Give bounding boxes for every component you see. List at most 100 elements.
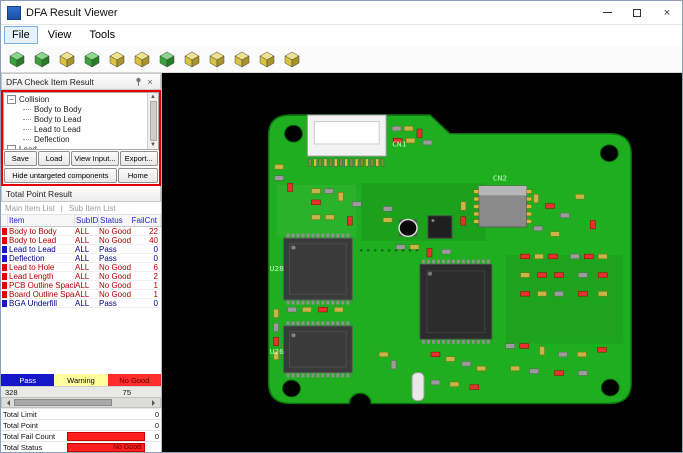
pcb-scene: CN1CN2U28U26 (162, 73, 682, 452)
silkscreen-label-cn2: CN2 (493, 174, 507, 183)
hide-untargeted-button[interactable]: Hide untargeted components (4, 168, 117, 183)
chip-u28[interactable] (284, 238, 353, 300)
passive-component (287, 234, 290, 238)
expander-icon[interactable]: − (7, 145, 16, 150)
check-item-panel-header: DFA Check Item Result × (1, 73, 161, 90)
chip-u26[interactable] (284, 326, 353, 373)
stat-value: 0 (147, 432, 159, 441)
tab-sub-item-list[interactable]: Sub Item List (69, 204, 116, 213)
menu-tools[interactable]: Tools (81, 26, 123, 44)
menu-view[interactable]: View (40, 26, 80, 44)
tree-scroll-thumb[interactable] (150, 101, 157, 141)
save-model-icon[interactable] (31, 48, 53, 70)
close-button[interactable]: × (652, 1, 682, 25)
tree-item-body-to-lead[interactable]: Body to Lead (7, 114, 147, 124)
result-scrollbar[interactable] (1, 397, 161, 408)
tab-separator: | (61, 204, 63, 213)
col-status[interactable]: Status (99, 215, 135, 226)
chip-main[interactable] (420, 264, 492, 339)
passive-component (275, 164, 284, 169)
collision-check-icon[interactable] (131, 48, 153, 70)
status-indicator (2, 255, 7, 262)
section-view-icon[interactable] (181, 48, 203, 70)
passive-component (549, 254, 558, 259)
box-open-icon[interactable] (231, 48, 253, 70)
maximize-button[interactable] (622, 1, 652, 25)
load-button[interactable]: Load (38, 151, 71, 166)
total-point-panel-header: Total Point Result (1, 186, 161, 202)
silkscreen-label-u26: U26 (270, 347, 285, 356)
small-ic[interactable] (428, 216, 452, 238)
board-view-icon[interactable] (56, 48, 78, 70)
passive-component (487, 340, 490, 344)
passive-component (350, 159, 353, 166)
view-input-button[interactable]: View Input... (71, 151, 118, 166)
package-view-icon[interactable] (281, 48, 303, 70)
passive-component (487, 260, 490, 264)
menu-file[interactable]: File (4, 26, 38, 44)
passive-component (535, 254, 544, 259)
pcb-viewport[interactable]: CN1CN2U28U26 (162, 73, 682, 452)
passive-component (274, 337, 279, 345)
crystal-component[interactable] (412, 373, 424, 401)
panel-close-icon[interactable]: × (144, 76, 156, 88)
open-model-icon[interactable] (6, 48, 28, 70)
passive-component (551, 232, 560, 237)
col-item[interactable]: Item (8, 215, 75, 226)
passive-component (321, 321, 324, 325)
via-dot (388, 249, 391, 251)
stat-bar (67, 432, 145, 441)
tab-main-item-list[interactable]: Main Item List (5, 204, 55, 213)
measure-icon[interactable] (206, 48, 228, 70)
tree-item-lead[interactable]: −Lead (7, 144, 147, 149)
tree-guide-line (23, 129, 31, 130)
assembly-view-icon[interactable] (106, 48, 128, 70)
passive-component (584, 254, 593, 259)
scroll-left-icon[interactable] (4, 400, 10, 406)
pin-icon[interactable] (132, 76, 144, 88)
explode-view-icon[interactable] (156, 48, 178, 70)
passive-component (597, 347, 606, 352)
passive-component (462, 340, 465, 344)
table-row[interactable]: BGA UnderfillALLPass0 (1, 299, 161, 308)
col-failcnt[interactable]: FailCnt (135, 215, 161, 226)
buzzer-component[interactable] (399, 220, 417, 237)
tree-item-lead-to-lead[interactable]: Lead to Lead (7, 124, 147, 134)
passive-component (598, 254, 607, 259)
connector-cn1[interactable] (307, 115, 386, 156)
tree-item-deflection[interactable]: Deflection (7, 134, 147, 144)
col-subid[interactable]: SubID (75, 215, 99, 226)
tree-scrollbar[interactable]: ▲ ▼ (147, 93, 158, 149)
box-closed-icon[interactable] (256, 48, 278, 70)
cell-status: Pass (99, 245, 135, 254)
stat-bar (67, 421, 145, 430)
export-button[interactable]: Export... (120, 151, 158, 166)
passive-component (346, 321, 349, 325)
cell-item: Body to Body (8, 227, 75, 236)
passive-component (506, 344, 515, 349)
passive-component (331, 301, 334, 305)
legend-no-good: No Good (108, 374, 161, 386)
home-button[interactable]: Home (118, 168, 158, 183)
save-button[interactable]: Save (4, 151, 37, 166)
connector-cn2[interactable] (479, 186, 527, 227)
tree-item-collision[interactable]: −Collision (7, 94, 147, 104)
tree-item-label: Collision (19, 95, 49, 104)
component-view-icon[interactable] (81, 48, 103, 70)
passive-component (326, 321, 329, 325)
tree-guide-line (23, 119, 31, 120)
scroll-down-icon[interactable]: ▼ (150, 142, 156, 148)
passive-component (345, 159, 348, 166)
legend-pass: Pass (1, 374, 54, 386)
expander-icon[interactable]: − (7, 95, 16, 104)
tree-item-body-to-body[interactable]: Body to Body (7, 104, 147, 114)
minimize-button[interactable] (592, 1, 622, 25)
stat-row-total-point: Total Point0 (1, 419, 161, 430)
passive-component (381, 159, 384, 166)
cell-subid: ALL (75, 254, 99, 263)
scroll-up-icon[interactable]: ▲ (150, 94, 156, 100)
passive-component (311, 189, 320, 194)
scroll-right-icon[interactable] (152, 400, 158, 406)
passive-component (446, 357, 455, 362)
result-scroll-thumb[interactable] (14, 399, 112, 406)
